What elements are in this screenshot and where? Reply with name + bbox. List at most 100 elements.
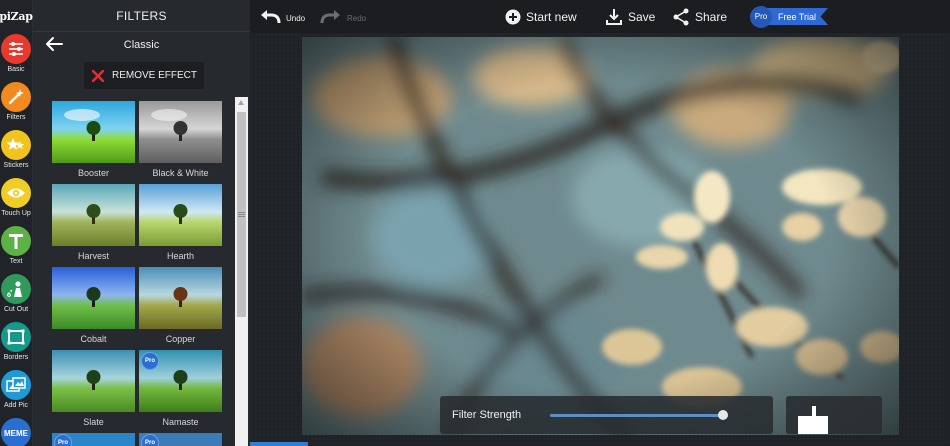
tree-image <box>173 204 188 224</box>
filter-thumb-hearth[interactable]: Hearth <box>139 184 222 266</box>
filter-name: Cobalt <box>80 334 107 344</box>
filter-name: Copper <box>165 334 196 344</box>
filter-thumb-next-row[interactable]: Pro <box>139 433 222 446</box>
pizap-editor: piZap Basic Filters Stickers Touch Up Te… <box>0 0 950 446</box>
text-t-icon <box>1 226 31 256</box>
filter-thumb-copper[interactable]: Copper <box>139 267 222 349</box>
tree-image <box>151 109 188 141</box>
share-label: Share <box>695 9 728 24</box>
panel-title: FILTERS <box>33 0 250 32</box>
slider-knob[interactable] <box>717 410 728 420</box>
sliders-icon <box>1 34 31 64</box>
panel-subheader: Classic <box>33 32 250 57</box>
filter-preview <box>139 101 222 163</box>
tool-cut-out[interactable]: Cut Out <box>0 272 32 320</box>
pro-badge: Pro <box>54 434 72 446</box>
filter-thumb-harvest[interactable]: Harvest <box>52 184 135 266</box>
tool-touch-up[interactable]: Touch Up <box>0 176 32 224</box>
filter-thumb-cobalt[interactable]: Cobalt <box>52 267 135 349</box>
filters-panel: FILTERS Classic REMOVE EFFECT Booster Bl… <box>33 0 250 446</box>
filter-preview <box>52 101 135 163</box>
tool-label: Text <box>9 258 23 265</box>
tool-text[interactable]: Text <box>0 224 32 272</box>
close-icon <box>84 69 112 82</box>
magic-wand-icon <box>1 82 31 112</box>
remove-effect-button[interactable]: REMOVE EFFECT <box>84 62 204 89</box>
filter-thumb-booster[interactable]: Booster <box>52 101 135 183</box>
cutout-person-icon <box>1 274 31 304</box>
filter-thumb-namaste[interactable]: Pro Namaste <box>139 350 222 432</box>
start-new-button[interactable]: Start new <box>505 0 577 33</box>
loading-progress-bar <box>250 442 308 446</box>
tool-label: Touch Up <box>1 210 31 217</box>
undo-label: Undo <box>286 14 306 23</box>
tool-meme[interactable]: MEME <box>0 416 32 446</box>
compare-icon <box>798 406 828 434</box>
filter-name: Namaste <box>162 417 199 427</box>
tool-label: Stickers <box>3 162 29 169</box>
filter-name: Slate <box>83 417 104 427</box>
back-arrow-icon[interactable] <box>45 36 63 52</box>
share-icon <box>673 8 689 25</box>
add-picture-icon <box>1 370 31 400</box>
tool-label: Add Pic <box>3 402 29 409</box>
pizap-logo[interactable]: piZap <box>0 0 33 32</box>
edited-photo[interactable] <box>302 37 899 435</box>
filter-preview <box>52 184 135 246</box>
tool-label: Cut Out <box>3 306 29 313</box>
tool-label: Filters <box>6 114 26 121</box>
free-trial-label: Free Trial <box>766 8 829 25</box>
redo-icon <box>320 9 340 23</box>
star-icon <box>1 130 31 160</box>
tree-image <box>86 287 101 307</box>
tree-image <box>86 204 101 224</box>
tool-borders[interactable]: Borders <box>0 320 32 368</box>
filter-preview <box>139 184 222 246</box>
pro-badge: Pro <box>141 352 159 370</box>
save-button[interactable]: Save <box>605 0 655 33</box>
remove-effect-label: REMOVE EFFECT <box>112 70 198 81</box>
filter-thumb-next-row[interactable]: Pro <box>52 433 135 446</box>
redo-button[interactable]: Redo <box>320 0 366 33</box>
filter-preview: Pro <box>139 433 222 446</box>
compare-button[interactable] <box>786 396 882 434</box>
category-title: Classic <box>123 38 160 51</box>
tree-image <box>173 287 188 307</box>
tool-rail: piZap Basic Filters Stickers Touch Up Te… <box>0 0 33 446</box>
plus-circle-icon <box>505 9 521 24</box>
top-toolbar: Undo Redo Start new Save Share Pro Free … <box>250 0 950 33</box>
free-trial-button[interactable]: Pro Free Trial <box>750 5 829 28</box>
download-icon <box>606 8 622 25</box>
scroll-up-arrow-icon[interactable] <box>238 100 244 105</box>
tool-basic[interactable]: Basic <box>0 32 32 80</box>
filter-strength-slider[interactable] <box>550 410 728 420</box>
tool-filters[interactable]: Filters <box>0 80 32 128</box>
save-label: Save <box>628 9 656 24</box>
tool-add-pic[interactable]: Add Pic <box>0 368 32 416</box>
undo-button[interactable]: Undo <box>259 0 305 33</box>
filter-thumb-slate[interactable]: Slate <box>52 350 135 432</box>
filter-name: Black & White <box>152 168 209 178</box>
filter-thumb-black-white[interactable]: Black & White <box>139 101 222 183</box>
undo-icon <box>261 9 281 23</box>
tree-image <box>86 370 101 390</box>
grip-icon <box>238 212 245 217</box>
start-new-label: Start new <box>526 9 577 24</box>
filter-preview <box>139 267 222 329</box>
filter-name: Booster <box>77 168 110 178</box>
meme-icon: MEME <box>1 418 31 446</box>
filter-scrollbar[interactable] <box>235 97 248 446</box>
filter-preview <box>52 350 135 412</box>
redo-label: Redo <box>347 14 367 23</box>
filter-strength-label: Filter Strength <box>452 409 522 421</box>
share-button[interactable]: Share <box>672 0 727 33</box>
tool-label: Borders <box>3 354 29 361</box>
blossom-photo-image <box>302 37 899 435</box>
filter-preview <box>52 267 135 329</box>
tool-label: Basic <box>7 66 25 73</box>
border-frame-icon <box>1 322 31 352</box>
tree-image <box>64 109 101 141</box>
tool-stickers[interactable]: Stickers <box>0 128 32 176</box>
filter-preview: Pro <box>52 433 135 446</box>
eye-icon <box>1 178 31 208</box>
